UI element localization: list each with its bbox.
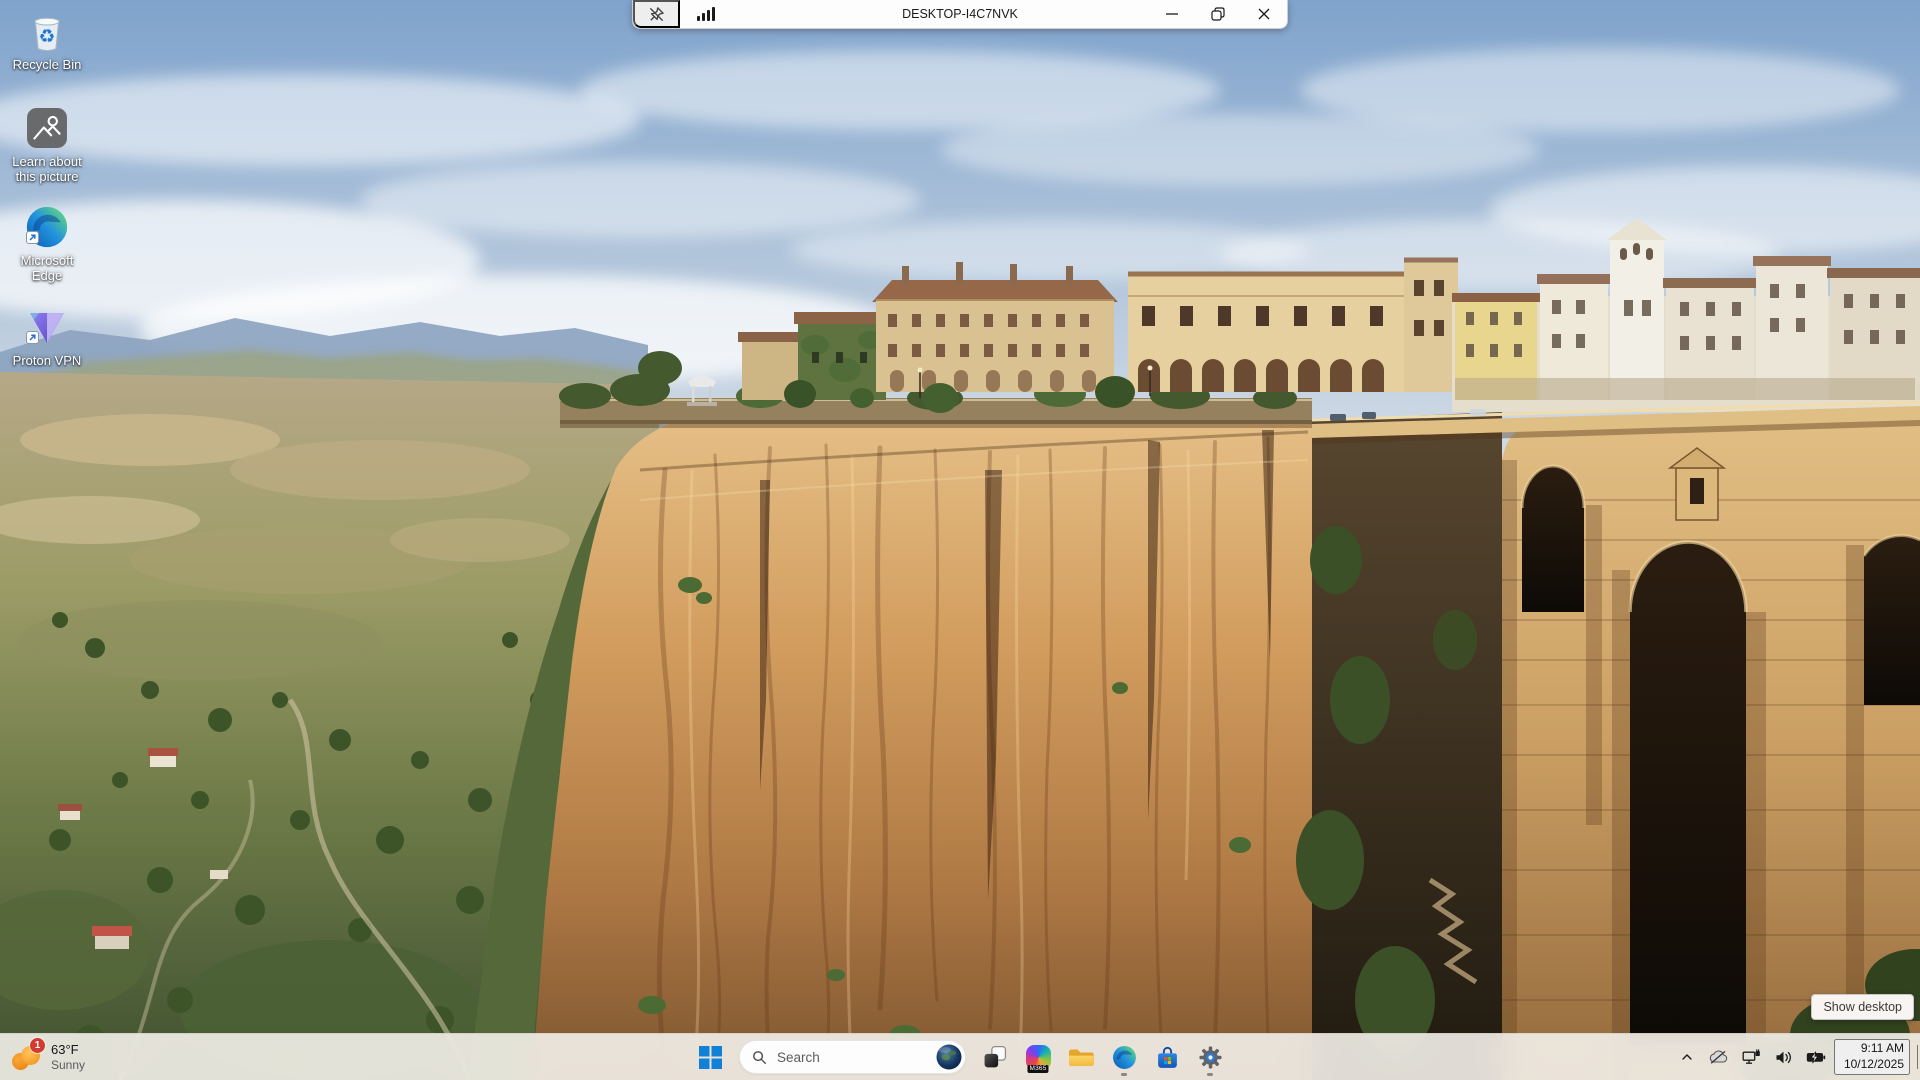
- desktop-icon-edge[interactable]: Microsoft Edge: [4, 204, 90, 284]
- edge-icon: [24, 204, 70, 250]
- bing-globe-icon[interactable]: [936, 1044, 962, 1070]
- chevron-up-icon: [1680, 1051, 1694, 1063]
- running-indicator: [1121, 1073, 1127, 1076]
- volume-button[interactable]: [1769, 1040, 1798, 1074]
- show-desktop-tooltip: Show desktop: [1811, 994, 1914, 1020]
- pin-off-icon: [648, 6, 665, 23]
- desktop-icon-label: Learn about this picture: [5, 154, 89, 185]
- microsoft-store-button[interactable]: [1147, 1037, 1187, 1077]
- shortcut-arrow-icon: [26, 231, 39, 249]
- speaker-icon: [1775, 1050, 1792, 1065]
- close-button[interactable]: [1241, 0, 1287, 28]
- learn-picture-icon: [24, 105, 70, 151]
- restore-button[interactable]: [1195, 0, 1241, 28]
- desktop-icon-label: Proton VPN: [13, 353, 82, 368]
- minimize-button[interactable]: [1149, 0, 1195, 28]
- settings-button[interactable]: [1190, 1037, 1230, 1077]
- onedrive-status-button[interactable]: [1702, 1040, 1734, 1074]
- weather-badge: 1: [30, 1038, 45, 1053]
- running-indicator: [1207, 1073, 1213, 1076]
- taskbar-center: M365: [690, 1034, 1230, 1080]
- desktop-icon-proton-vpn[interactable]: Proton VPN: [4, 304, 90, 368]
- desktop: ♻ Recycle Bin Learn about this picture: [0, 0, 1920, 1080]
- system-tray: 9:11 AM 10/12/2025: [1674, 1034, 1910, 1080]
- weather-sunny-icon: 1: [12, 1042, 42, 1072]
- tooltip-text: Show desktop: [1823, 1000, 1902, 1014]
- clock[interactable]: 9:11 AM 10/12/2025: [1834, 1039, 1910, 1074]
- desktop-icon-learn-picture[interactable]: Learn about this picture: [4, 105, 90, 185]
- tray-overflow-button[interactable]: [1674, 1040, 1700, 1074]
- proton-vpn-icon: [24, 304, 70, 350]
- weather-condition: Sunny: [51, 1058, 85, 1072]
- recycle-bin-icon: ♻: [24, 8, 70, 54]
- tray-time: 9:11 AM: [1844, 1041, 1904, 1057]
- pin-toggle-button[interactable]: [633, 0, 680, 28]
- close-icon: [1258, 8, 1270, 20]
- start-button[interactable]: [690, 1037, 730, 1077]
- settings-gear-icon: [1198, 1045, 1223, 1070]
- taskbar: 1 63°F Sunny: [0, 1033, 1920, 1080]
- restore-icon: [1211, 7, 1225, 21]
- search-icon: [752, 1050, 767, 1065]
- microsoft-store-icon: [1155, 1045, 1180, 1070]
- desktop-icon-label: Recycle Bin: [13, 57, 82, 72]
- search-input[interactable]: [775, 1049, 928, 1066]
- desktop-icon-recycle-bin[interactable]: ♻ Recycle Bin: [4, 8, 90, 72]
- start-icon: [699, 1046, 722, 1069]
- file-explorer-icon: [1068, 1047, 1095, 1068]
- search-box[interactable]: [739, 1040, 966, 1074]
- wallpaper-ronda-photo: [0, 0, 1920, 1080]
- cloud-offline-icon: [1708, 1049, 1728, 1065]
- m365-badge: M365: [1027, 1065, 1048, 1073]
- edge-icon: [1112, 1045, 1137, 1070]
- tray-date: 10/12/2025: [1844, 1057, 1904, 1073]
- file-explorer-button[interactable]: [1061, 1037, 1101, 1077]
- signal-bars-icon: [697, 7, 715, 21]
- desktop-icon-label: Microsoft Edge: [5, 253, 89, 284]
- network-wired-icon: [1742, 1049, 1761, 1065]
- show-desktop-button[interactable]: [1917, 1045, 1918, 1069]
- edge-taskbar-button[interactable]: [1104, 1037, 1144, 1077]
- battery-button[interactable]: [1800, 1040, 1832, 1074]
- network-status-button[interactable]: [1736, 1040, 1767, 1074]
- weather-temperature: 63°F: [51, 1042, 85, 1057]
- shortcut-arrow-icon: [26, 331, 39, 349]
- copilot-m365-icon: M365: [1026, 1045, 1051, 1070]
- svg-text:♻: ♻: [39, 27, 56, 48]
- remote-connection-bar: DESKTOP-I4C7NVK: [632, 0, 1288, 29]
- copilot-m365-button[interactable]: M365: [1018, 1037, 1058, 1077]
- task-view-icon: [983, 1045, 1007, 1069]
- battery-charging-icon: [1806, 1051, 1826, 1064]
- weather-widget[interactable]: 1 63°F Sunny: [12, 1034, 85, 1080]
- task-view-button[interactable]: [975, 1037, 1015, 1077]
- minimize-icon: [1166, 13, 1178, 15]
